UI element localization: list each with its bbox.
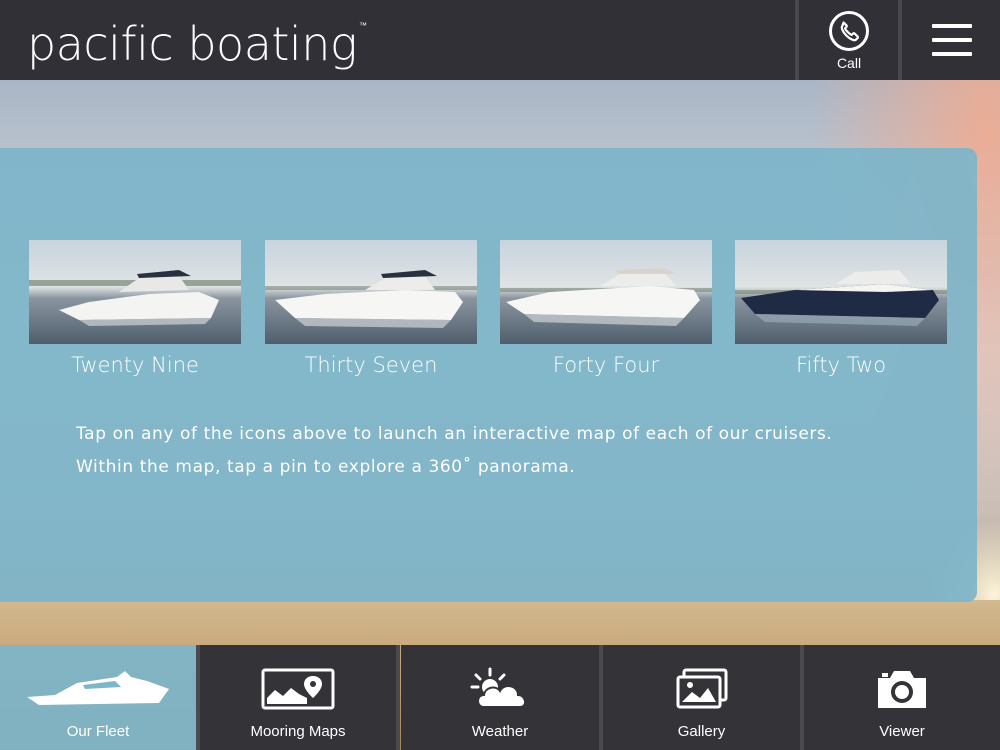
brand-logo[interactable]: pacific boating ™ bbox=[27, 10, 367, 70]
menu-bar bbox=[931, 52, 972, 56]
logo-text: pacific boating bbox=[27, 17, 357, 71]
nav-weather[interactable]: Weather bbox=[401, 645, 599, 750]
boat-list: Twenty Nine Thirty Seven Forty Four Fift… bbox=[29, 240, 959, 390]
nav-label: Mooring Maps bbox=[250, 723, 346, 740]
call-button[interactable]: Call bbox=[800, 0, 898, 80]
nav-label: Weather bbox=[471, 723, 529, 740]
boat-icon bbox=[25, 665, 171, 713]
sun-cloud-icon bbox=[470, 665, 530, 713]
nav-divider bbox=[800, 645, 804, 750]
boat-card-twenty-nine[interactable]: Twenty Nine bbox=[29, 240, 241, 377]
nav-divider bbox=[196, 645, 200, 750]
instruction-line: Within the map, tap a pin to explore a 3… bbox=[76, 457, 576, 477]
fleet-instructions: Tap on any of the icons above to launch … bbox=[76, 418, 956, 484]
nav-label: Gallery bbox=[677, 723, 726, 740]
boat-photo[interactable] bbox=[265, 240, 477, 344]
boat-name: Twenty Nine bbox=[71, 353, 199, 377]
boat-photo[interactable] bbox=[500, 240, 712, 344]
nav-label: Viewer bbox=[879, 723, 925, 740]
nav-divider bbox=[396, 645, 400, 750]
header-divider bbox=[795, 0, 799, 80]
call-label: Call bbox=[836, 55, 862, 71]
fleet-panel: Twenty Nine Thirty Seven Forty Four Fift… bbox=[0, 148, 977, 602]
nav-divider bbox=[599, 645, 603, 750]
nav-label: Our Fleet bbox=[66, 723, 130, 740]
bottom-nav: Our Fleet Mooring Maps Weather Gallery V… bbox=[0, 645, 1000, 750]
nav-our-fleet[interactable]: Our Fleet bbox=[0, 645, 196, 750]
logo-trademark: ™ bbox=[358, 21, 367, 30]
nav-mooring-maps[interactable]: Mooring Maps bbox=[200, 645, 396, 750]
menu-bar bbox=[931, 24, 972, 28]
top-bar: pacific boating ™ Call bbox=[0, 0, 1000, 80]
boat-name: Forty Four bbox=[552, 353, 660, 377]
boat-card-fifty-two[interactable]: Fifty Two bbox=[735, 240, 947, 377]
nav-gallery[interactable]: Gallery bbox=[603, 645, 800, 750]
hamburger-menu-button[interactable] bbox=[903, 0, 1000, 80]
boat-photo[interactable] bbox=[29, 240, 241, 344]
boat-name: Fifty Two bbox=[795, 353, 887, 377]
camera-icon bbox=[876, 665, 928, 713]
gallery-icon bbox=[676, 665, 728, 713]
boat-photo[interactable] bbox=[735, 240, 947, 344]
nav-viewer[interactable]: Viewer bbox=[804, 645, 1000, 750]
boat-card-thirty-seven[interactable]: Thirty Seven bbox=[265, 240, 477, 377]
boat-name: Thirty Seven bbox=[304, 353, 438, 377]
map-pin-icon bbox=[261, 665, 335, 713]
instruction-line: Tap on any of the icons above to launch … bbox=[76, 424, 833, 444]
header-divider bbox=[898, 0, 902, 80]
menu-bar bbox=[931, 38, 972, 42]
phone-icon bbox=[829, 11, 869, 51]
boat-card-forty-four[interactable]: Forty Four bbox=[500, 240, 712, 377]
